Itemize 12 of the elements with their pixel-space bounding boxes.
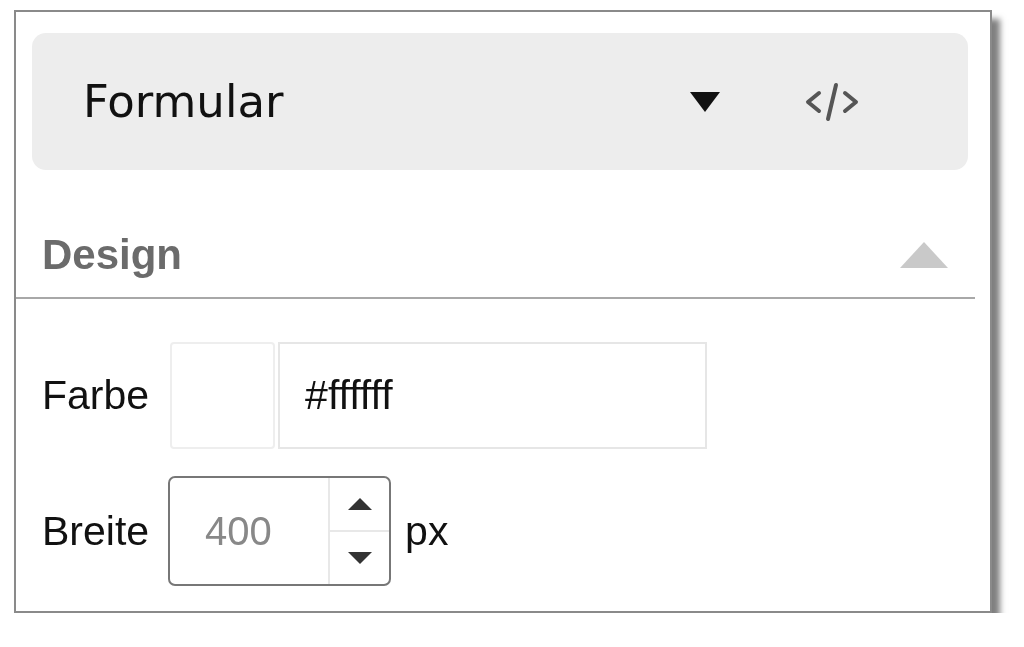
unit-label: px bbox=[405, 507, 449, 555]
number-field[interactable]: 400 bbox=[170, 478, 329, 584]
number-spinbox[interactable]: 400 bbox=[168, 476, 392, 586]
up-triangle-icon bbox=[347, 498, 372, 510]
code-icon bbox=[805, 81, 859, 122]
caret-icon bbox=[690, 91, 720, 112]
field-label: Farbe bbox=[42, 372, 150, 419]
field-label: Breite bbox=[42, 507, 150, 555]
design-section-header[interactable]: Design bbox=[16, 170, 975, 299]
template-select[interactable]: Formular bbox=[32, 33, 742, 170]
color-value-field[interactable]: #ffffff bbox=[278, 342, 708, 449]
down-triangle-icon bbox=[347, 552, 372, 564]
